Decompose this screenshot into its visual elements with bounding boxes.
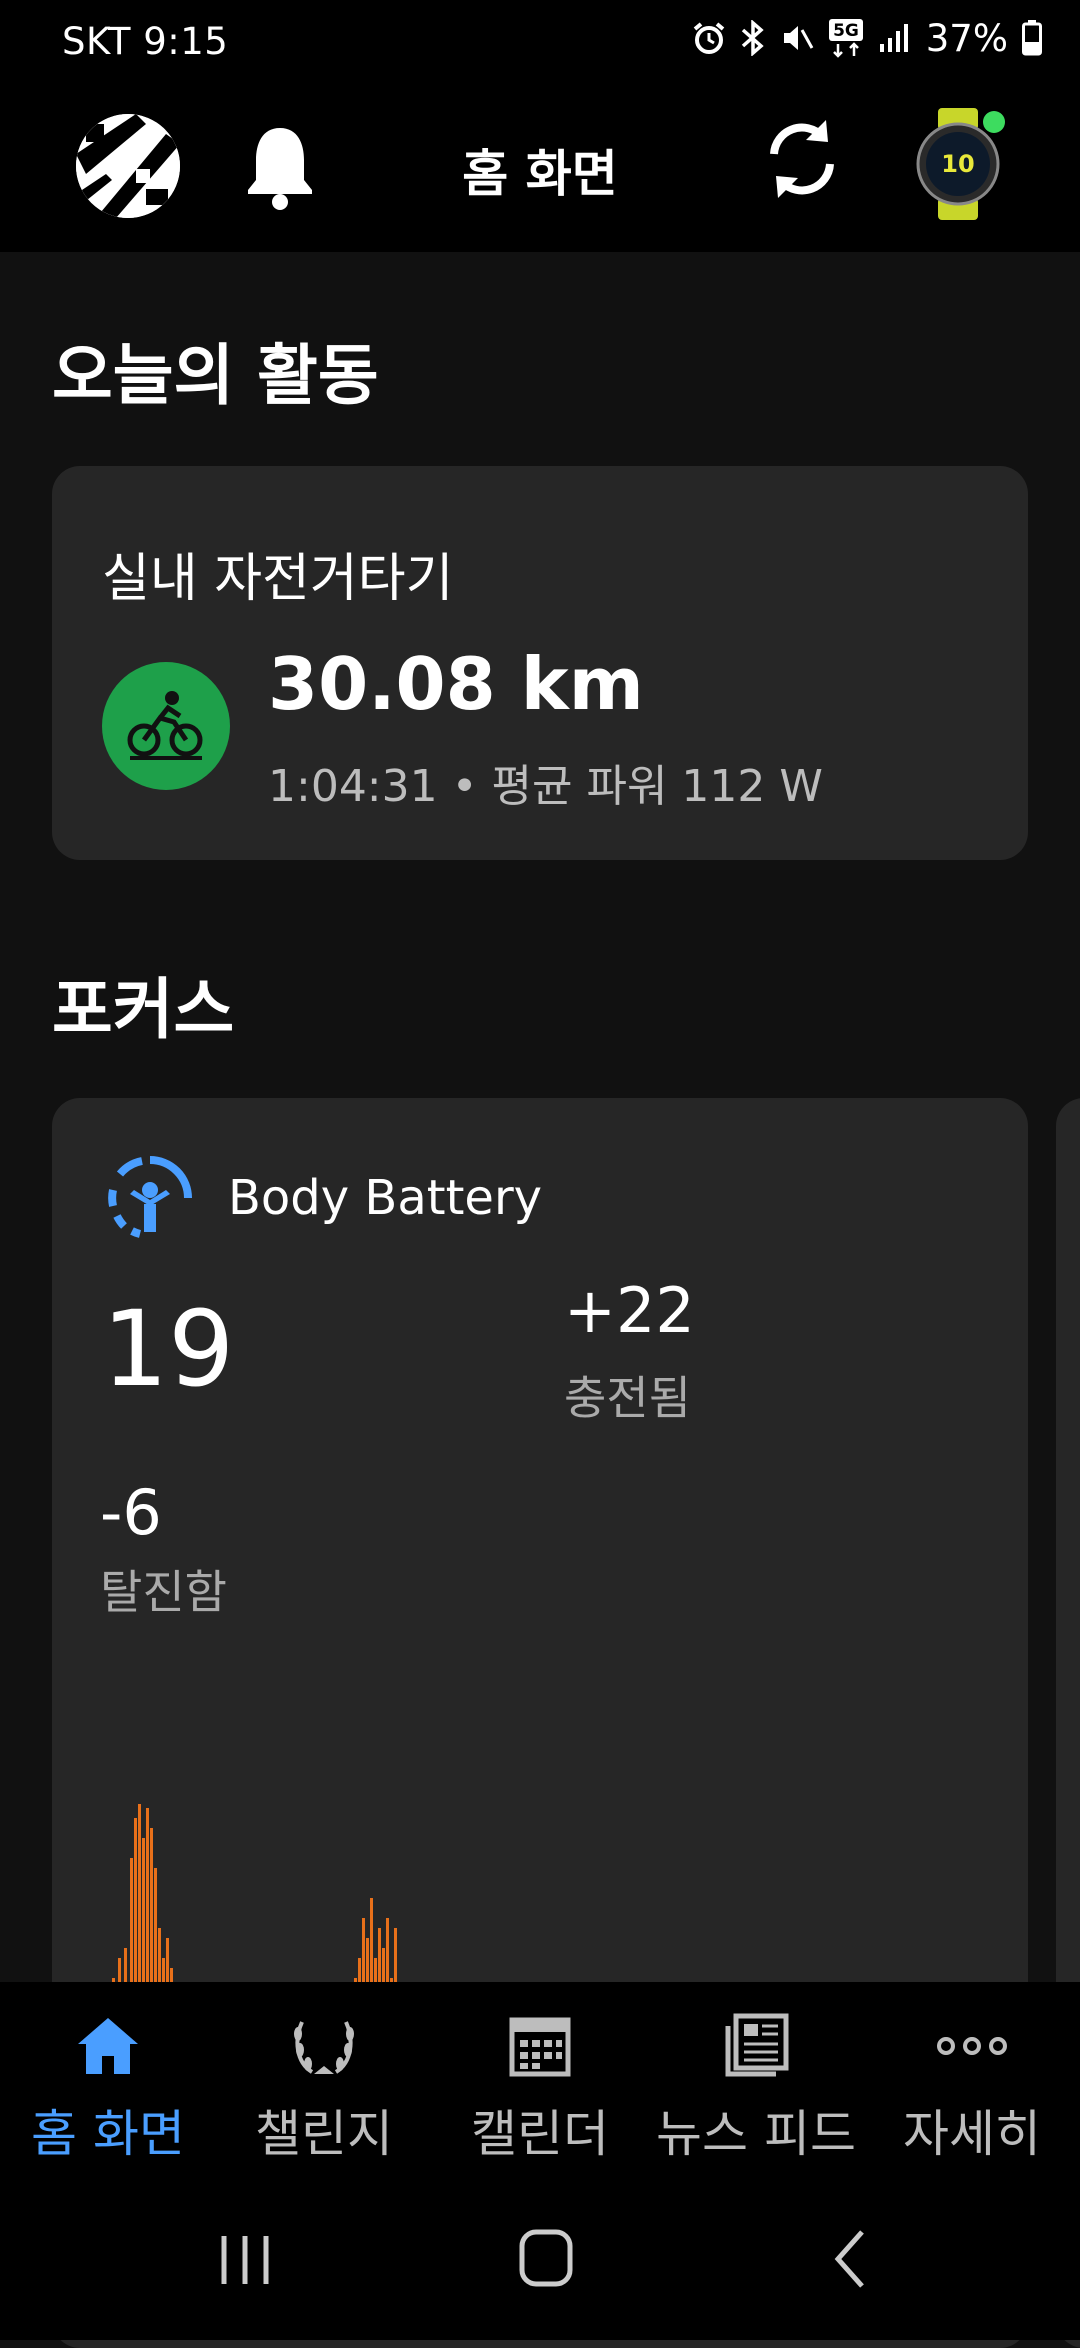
system-navigation-bar: [0, 2182, 1080, 2340]
nav-item-more[interactable]: 자세히: [864, 1982, 1080, 2182]
laurel-icon: [294, 2021, 354, 2074]
signal-icon: [879, 24, 908, 52]
activity-details: 1:04:31 • 평균 파워 112 W: [268, 761, 823, 812]
nav-label-news-feed: 뉴스 피드: [656, 2105, 856, 2163]
activity-distance: 30.08 km: [268, 642, 644, 726]
battery-percent: 37%: [925, 16, 1008, 60]
svg-text:10: 10: [941, 150, 974, 178]
body-battery-value: 19: [102, 1288, 235, 1410]
news-icon: [725, 2013, 789, 2077]
svg-text:5G: 5G: [833, 21, 859, 41]
activity-card[interactable]: 실내 자전거타기 30.08 km 1:04:31 • 평균 파워 112 W: [52, 466, 1028, 860]
nav-label-home: 홈 화면: [31, 2105, 185, 2163]
body-battery-icon: [106, 1154, 194, 1242]
calendar-icon: [509, 2017, 571, 2077]
connection-status-dot: [983, 111, 1005, 133]
watch-icon[interactable]: 10: [908, 108, 1012, 220]
nav-label-challenges: 챌린지: [255, 2105, 393, 2163]
nav-item-challenges[interactable]: 챌린지: [216, 1982, 432, 2182]
mute-icon: [783, 26, 814, 50]
nav-item-home[interactable]: 홈 화면: [0, 1982, 216, 2182]
home-button[interactable]: [518, 2228, 574, 2288]
nav-item-news-feed[interactable]: 뉴스 피드: [648, 1982, 864, 2182]
charged-label: 충전됨: [564, 1371, 691, 1425]
status-icons: 5G 37%: [692, 16, 1042, 60]
sync-icon[interactable]: [760, 112, 844, 206]
nav-label-calendar: 캘린더: [471, 2105, 609, 2163]
drained-value: -6: [100, 1476, 162, 1549]
network-5g-icon: 5G: [828, 19, 863, 58]
today-heading: 오늘의 활동: [52, 337, 379, 414]
focus-heading: 포커스: [52, 971, 235, 1048]
app-header: 홈 화면 10: [0, 72, 1080, 252]
carrier-time: SKT 9:15: [62, 20, 229, 63]
home-icon: [78, 2018, 138, 2074]
activity-type: 실내 자전거타기: [102, 549, 454, 609]
nav-item-calendar[interactable]: 캘린더: [432, 1982, 648, 2182]
bike-icon: [102, 662, 230, 790]
bottom-navigation: 홈 화면 챌린지 캘린더 뉴스 피드 자세히: [0, 1982, 1080, 2182]
nav-label-more: 자세히: [903, 2105, 1041, 2163]
status-bar: SKT 9:15 5G 37%: [0, 0, 1080, 72]
drained-label: 탈진함: [100, 1565, 227, 1619]
battery-icon: [1022, 20, 1042, 56]
charged-value: +22: [564, 1274, 695, 1347]
more-icon: [937, 2037, 1007, 2055]
bluetooth-icon: [741, 20, 764, 56]
recents-button[interactable]: [218, 2232, 272, 2288]
alarm-icon: [693, 22, 725, 54]
body-battery-title: Body Battery: [228, 1170, 543, 1226]
back-button[interactable]: [830, 2228, 870, 2290]
